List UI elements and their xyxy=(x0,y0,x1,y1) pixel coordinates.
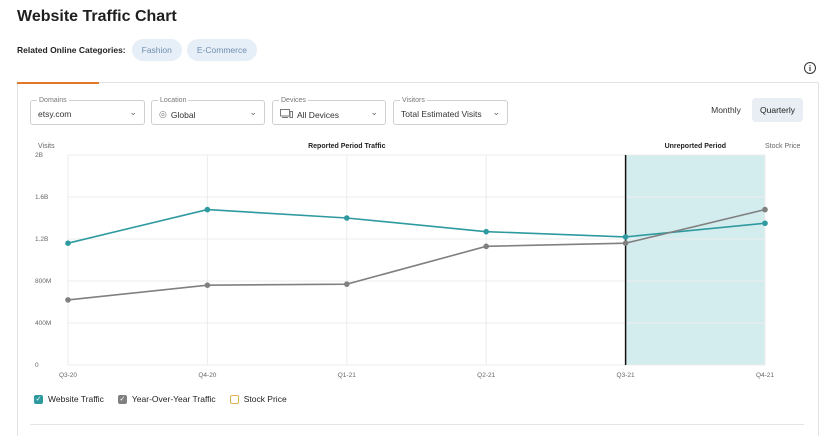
reported-period-label: Reported Period Traffic xyxy=(308,143,386,150)
unreported-period-region xyxy=(625,155,765,365)
yoy-traffic-point xyxy=(483,243,490,250)
divider xyxy=(30,424,804,425)
yoy-traffic-point xyxy=(762,206,768,213)
yoy-traffic-point xyxy=(344,281,350,287)
y-tick-label: 1.6B xyxy=(35,194,48,201)
yoy-traffic-point xyxy=(204,282,211,289)
y-tick-label: 0 xyxy=(35,362,39,369)
legend-yoy-traffic[interactable]: ✓ Year-Over-Year Traffic xyxy=(117,394,216,404)
y-tick-label: 800M xyxy=(35,278,51,285)
website-traffic-point xyxy=(622,234,629,240)
website-traffic-point xyxy=(762,220,768,227)
checkbox-unchecked-icon[interactable] xyxy=(229,394,239,404)
x-tick-label: Q4-21 xyxy=(756,372,774,379)
yoy-traffic-point xyxy=(622,240,629,246)
legend-website-traffic-label: Website Traffic xyxy=(48,394,104,404)
x-tick-label: Q4-20 xyxy=(198,372,216,379)
y-axis-title: Visits xyxy=(38,143,55,150)
website-traffic-point xyxy=(65,240,71,246)
website-traffic-point xyxy=(483,228,490,235)
legend-website-traffic[interactable]: ✓ Website Traffic xyxy=(34,394,104,404)
y-tick-label: 1.2B xyxy=(35,236,48,243)
chart-legend: ✓ Website Traffic ✓ Year-Over-Year Traff… xyxy=(34,393,301,405)
legend-stock-price-label: Stock Price xyxy=(243,394,287,404)
right-axis-title: Stock Price xyxy=(765,143,801,150)
unreported-period-label: Unreported Period xyxy=(665,143,726,150)
legend-yoy-traffic-label: Year-Over-Year Traffic xyxy=(131,394,216,404)
y-tick-label: 400M xyxy=(35,320,51,327)
website-traffic-point xyxy=(204,206,211,213)
x-tick-label: Q1-21 xyxy=(338,372,356,379)
x-tick-label: Q3-21 xyxy=(617,372,635,379)
yoy-traffic-point xyxy=(65,297,71,303)
traffic-line-chart: 0 400M 800M 1.2B 1.6B 2B Q3-20 Q4-20 Q1-21 Q2-21 Q… xyxy=(35,143,801,379)
legend-stock-price[interactable]: Stock Price xyxy=(229,394,287,404)
website-traffic-point xyxy=(344,215,350,221)
x-tick-label: Q3-20 xyxy=(59,372,77,379)
checkbox-checked-icon[interactable]: ✓ xyxy=(34,394,43,404)
x-tick-label: Q2-21 xyxy=(477,372,495,379)
checkbox-checked-icon[interactable]: ✓ xyxy=(117,394,127,404)
y-tick-label: 2B xyxy=(35,152,43,159)
